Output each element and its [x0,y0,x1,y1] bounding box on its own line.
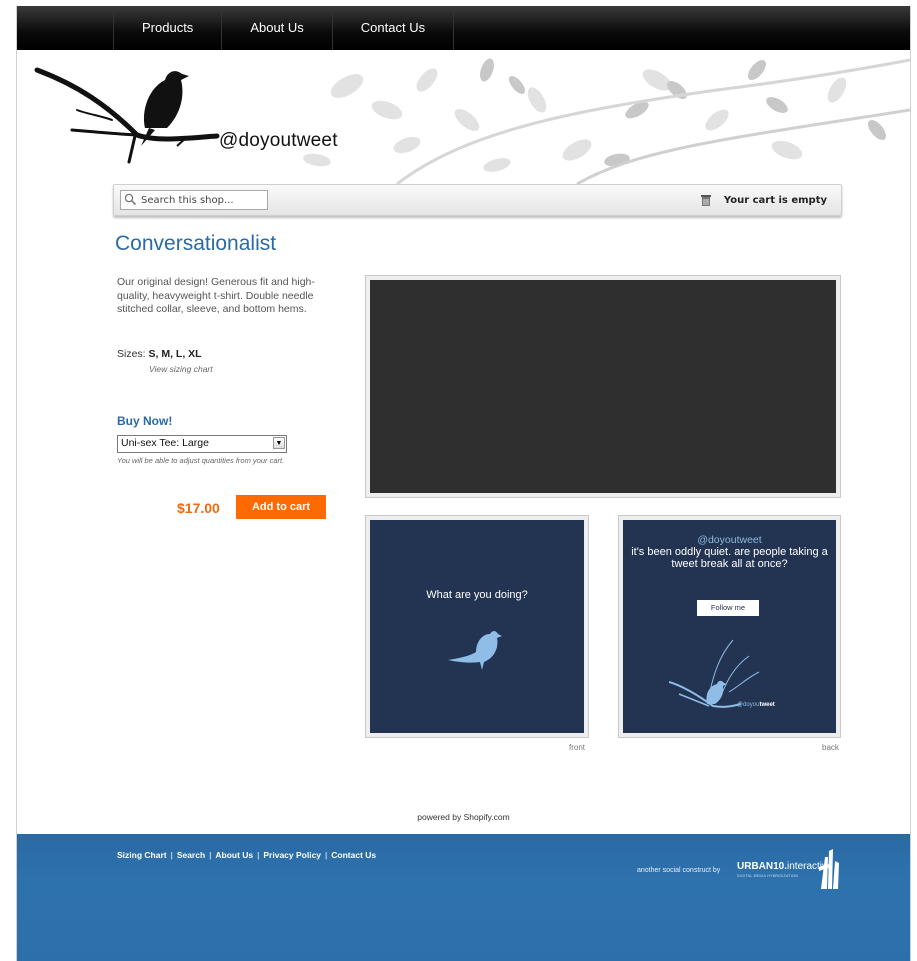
site-header: @doyoutweet [17,50,910,184]
product-description: Our original design! Generous fit and hi… [117,276,315,315]
buy-now-heading: Buy Now! [117,414,173,428]
urban10-tagline: DIGITAL MEDIA HYBRIDIZATION [737,874,798,878]
thumbnail-front[interactable]: What are you doing? [365,515,589,738]
branch-background-icon [34,58,910,184]
top-navigation: Products About Us Contact Us [17,6,910,50]
page-frame: Products About Us Contact Us @doyoutweet… [16,6,911,961]
cart-status[interactable]: Your cart is empty [700,192,827,208]
search-bar: Your cart is empty [113,184,842,216]
variant-selected-value: Uni-sex Tee: Large [121,437,209,449]
chevron-down-icon[interactable]: ▼ [273,437,285,449]
bird-icon [448,631,502,670]
back-brand-prefix: @doyou [737,702,760,708]
footer-link-privacy-policy[interactable]: Privacy Policy [263,850,321,860]
follow-me-button[interactable]: Follow me [697,600,759,616]
variant-select[interactable]: Uni-sex Tee: Large ▼ [117,435,287,453]
magnifier-icon [124,193,137,206]
product-price: $17.00 [177,500,220,516]
footer-credit: another social construct by [637,867,721,874]
main-image-placeholder [370,280,836,493]
quantity-note: You will be able to adjust quantities fr… [117,456,285,465]
footer-links: Sizing Chart | Search | About Us | Privacy Pol… [117,850,377,860]
sizes-value: S, M, L, XL [148,348,202,360]
back-shirt-handle: @doyoutweet [697,534,762,546]
add-to-cart-button[interactable]: Add to cart [236,495,326,519]
nav-products[interactable]: Products [113,6,221,50]
powered-by-shopify[interactable]: powered by Shopify.com [17,812,910,822]
urban10-logo-icon [819,849,839,889]
site-footer: Sizing Chart | Search | About Us | Privacy Pol… [17,834,910,961]
front-shirt-text: What are you doing? [426,589,528,601]
product-title: Conversationalist [115,232,277,255]
collar-icon [420,520,540,532]
caption-back: back [822,743,839,752]
nav-about-us[interactable]: About Us [221,6,331,50]
search-input[interactable] [141,191,261,209]
sizes-label: Sizes: [117,348,146,360]
nav-contact-us[interactable]: Contact Us [331,6,455,50]
cart-icon [700,194,711,206]
search-box[interactable] [120,190,268,210]
footer-link-contact-us[interactable]: Contact Us [331,850,376,860]
thumbnail-back[interactable]: @doyoutweet it's been oddly quiet. are p… [618,515,841,738]
back-brand-suffix: tweet [759,702,775,708]
logo-bold: URBAN10. [737,861,788,872]
caption-front: front [569,743,586,752]
back-shirt-brand: @doyoutweet [737,702,775,708]
cart-status-text: Your cart is empty [723,194,827,206]
footer-link-search[interactable]: Search [177,850,205,860]
back-shirt-text: it's been oddly quiet. are people taking… [631,546,828,570]
brand-handle[interactable]: @doyoutweet [219,130,338,152]
front-shirt-image: What are you doing? [370,520,584,733]
back-shirt-image: @doyoutweet it's been oddly quiet. are p… [623,520,836,733]
footer-link-sizing-chart[interactable]: Sizing Chart [117,850,167,860]
product-sizes: Sizes: S, M, L, XL [117,348,202,360]
main-product-image[interactable] [365,275,841,498]
footer-link-about-us[interactable]: About Us [215,850,253,860]
sizing-chart-link[interactable]: View sizing chart [149,364,213,374]
